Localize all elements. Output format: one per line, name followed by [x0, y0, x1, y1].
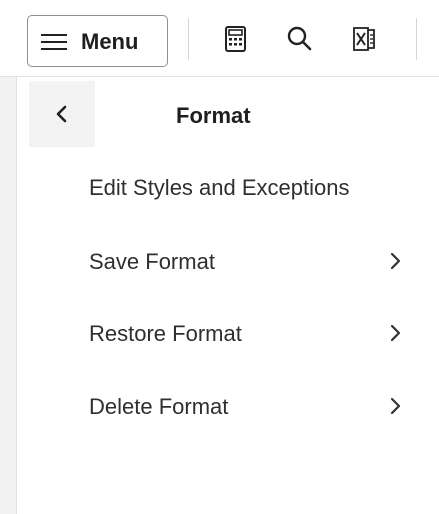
excel-export-icon[interactable] [346, 21, 382, 57]
calculator-icon[interactable] [218, 21, 254, 57]
menu-item-label: Save Format [89, 249, 215, 274]
format-panel: Format Edit Styles and Exceptions Save F… [16, 77, 439, 514]
panel-title: Format [176, 103, 251, 128]
menu-button[interactable]: Menu [27, 15, 168, 67]
menu-item-save-format[interactable]: Save Format [89, 235, 419, 291]
menu-item-label: Restore Format [89, 321, 242, 346]
back-button[interactable] [29, 81, 95, 147]
chevron-right-icon [390, 397, 401, 415]
toolbar-divider [416, 18, 417, 60]
menu-item-restore-format[interactable]: Restore Format [89, 307, 419, 363]
chevron-right-icon [390, 252, 401, 270]
chevron-left-icon [56, 105, 67, 123]
toolbar-divider [188, 18, 189, 60]
toolbar: Menu [0, 0, 439, 77]
menu-label: Menu [81, 29, 139, 54]
hamburger-icon [41, 33, 67, 51]
menu-item-label: Delete Format [89, 394, 229, 419]
menu-item-label: Edit Styles and Exceptions [89, 175, 350, 200]
menu-item-delete-format[interactable]: Delete Format [89, 380, 419, 436]
chevron-right-icon [390, 324, 401, 342]
menu-item-edit-styles[interactable]: Edit Styles and Exceptions [89, 161, 419, 217]
search-icon[interactable] [282, 21, 318, 57]
